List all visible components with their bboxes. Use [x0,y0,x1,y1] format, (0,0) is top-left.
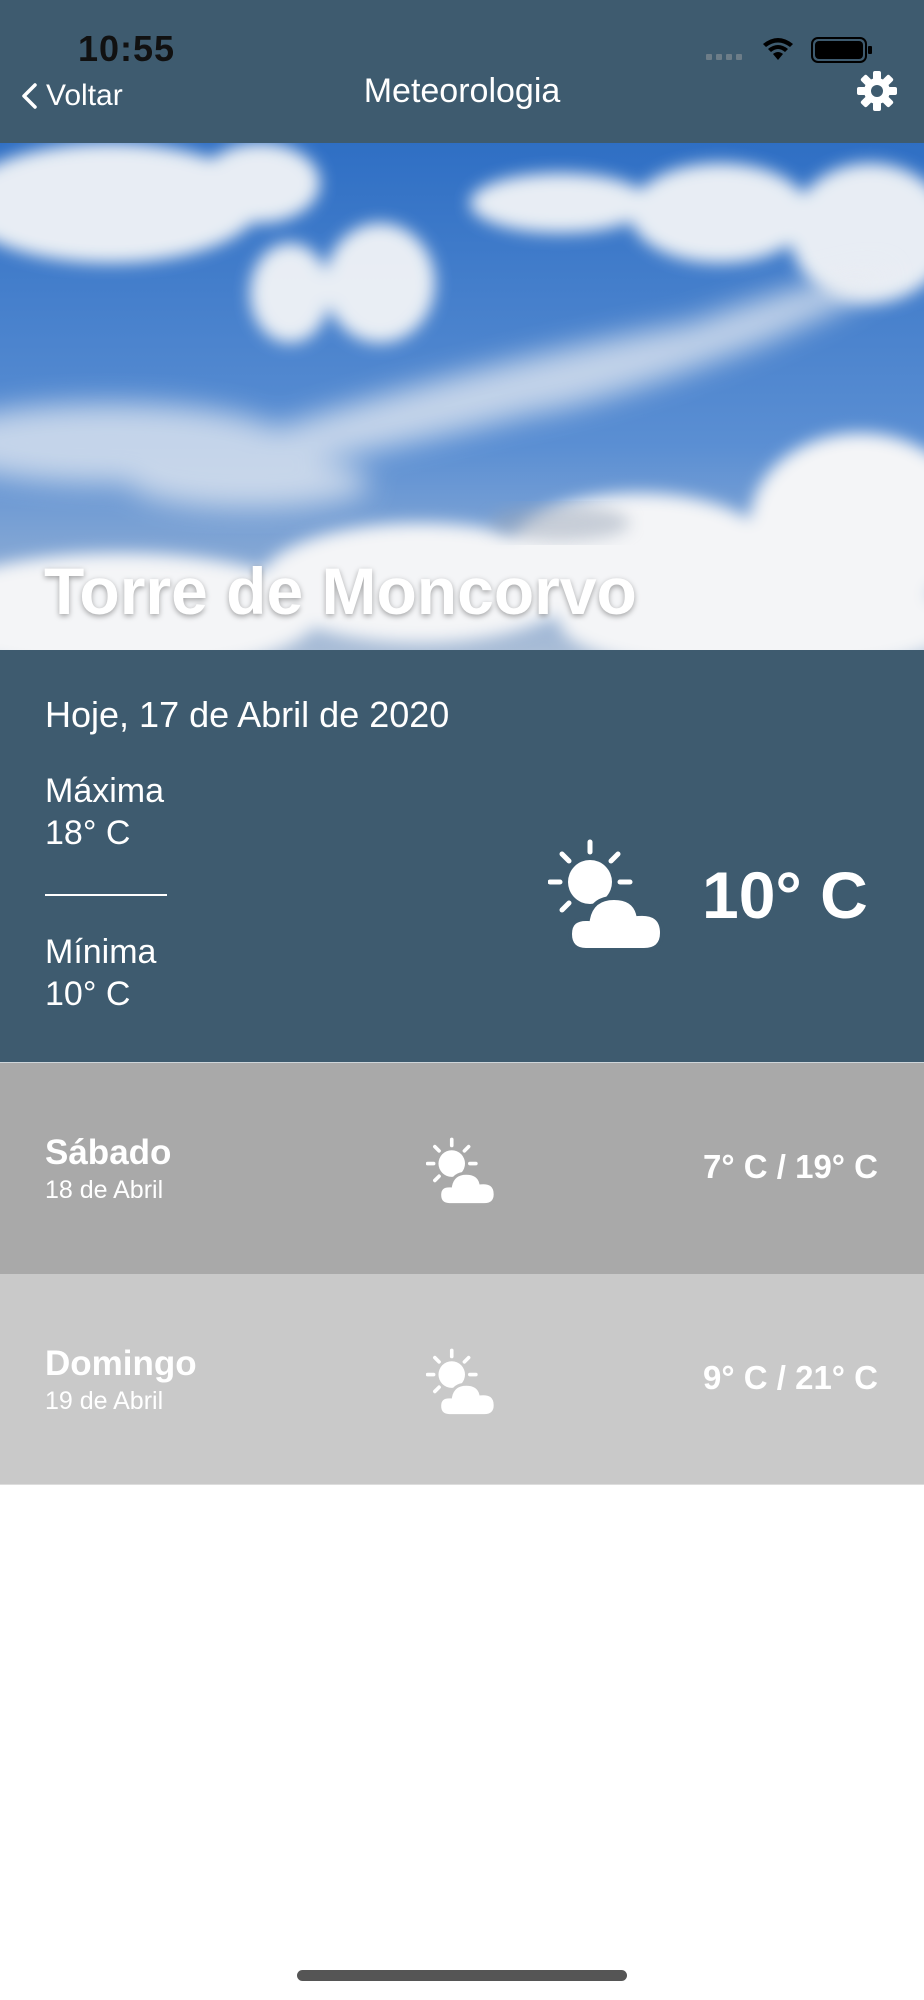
max-temp-value: 18° C [45,814,131,852]
divider [0,1484,924,1485]
min-temp-value: 10° C [45,975,131,1013]
city-name: Torre de Moncorvo [44,554,637,628]
city-hero-image: Torre de Moncorvo [0,143,924,650]
partly-sunny-icon [547,838,666,954]
chevron-left-icon [22,83,37,109]
today-date: Hoje, 17 de Abril de 2020 [45,694,450,735]
navigation-bar: 10:55 Voltar Meteorologia [0,0,924,143]
forecast-row[interactable]: Sábado 18 de Abril 7° C / 19° C [0,1063,924,1274]
current-temperature: 10° C [702,858,868,932]
partly-sunny-icon [425,1348,498,1418]
max-temp-label: Máxima [45,772,165,810]
wifi-icon [763,38,793,60]
forecast-row[interactable]: Domingo 19 de Abril 9° C / 21° C [0,1274,924,1485]
back-label: Voltar [46,79,123,112]
signal-icon [706,54,742,60]
partly-sunny-icon [425,1137,498,1207]
home-indicator[interactable] [297,1970,627,1981]
gear-icon [857,71,897,111]
forecast-day-date: 19 de Abril [45,1387,164,1415]
min-temp-label: Mínima [45,933,157,971]
today-weather-panel: Hoje, 17 de Abril de 2020 Máxima 18° C M… [0,650,924,1062]
status-time: 10:55 [78,28,176,69]
back-button[interactable]: Voltar [20,74,160,118]
forecast-day-name: Sábado [45,1133,172,1172]
settings-button[interactable] [856,70,898,112]
forecast-temp-range: 7° C / 19° C [703,1148,878,1185]
battery-icon [811,37,872,63]
forecast-day-date: 18 de Abril [45,1176,164,1204]
forecast-temp-range: 9° C / 21° C [703,1359,878,1396]
divider [45,894,167,896]
page-title: Meteorologia [363,72,561,110]
status-icons [704,34,880,66]
forecast-day-name: Domingo [45,1344,197,1383]
